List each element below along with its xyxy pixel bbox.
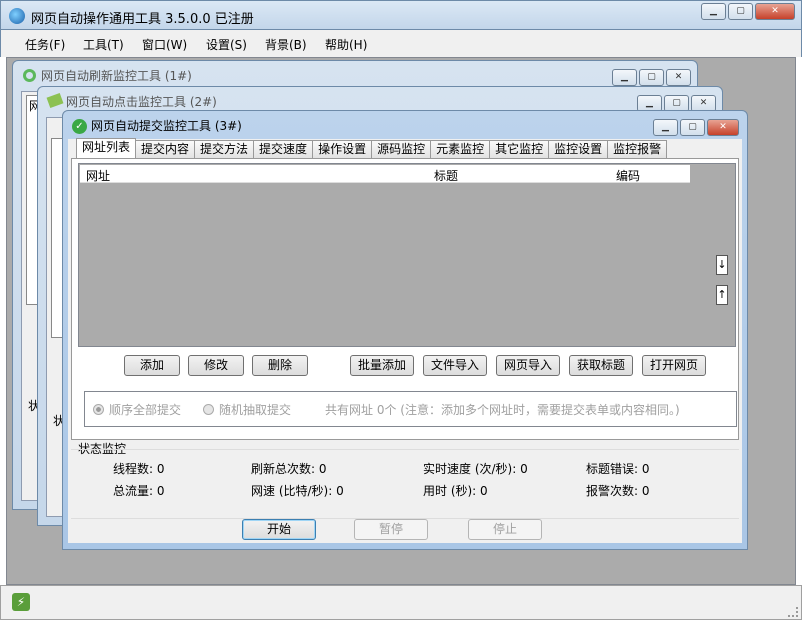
- maximize-button[interactable]: ▢: [728, 3, 753, 20]
- url-list[interactable]: 网址 标题 编码: [78, 163, 736, 347]
- url-count-note: 共有网址 0个 (注意：添加多个网址时，需要提交表单或内容相同。): [325, 403, 680, 417]
- stat-threads: 线程数: 0: [113, 462, 165, 476]
- tab-submit-content[interactable]: 提交内容: [135, 140, 196, 158]
- tag-icon: [46, 92, 64, 109]
- delete-button[interactable]: 删除: [252, 355, 308, 376]
- get-title-button[interactable]: 获取标题: [569, 355, 633, 376]
- tab-monitor-alarm[interactable]: 监控报警: [607, 140, 668, 158]
- radio-sequential[interactable]: 顺序全部提交: [93, 401, 181, 418]
- tab-operation-settings[interactable]: 操作设置: [312, 140, 373, 158]
- window-submit-monitor[interactable]: ✓ 网页自动提交监控工具 (3#) ▁ ▢ ✕ 网址列表 提交内容 提交方法 提交速…: [62, 110, 748, 550]
- tab-monitor-settings[interactable]: 监控设置: [548, 140, 609, 158]
- column-url[interactable]: 网址: [86, 167, 110, 184]
- tab-bar: 网址列表 提交内容 提交方法 提交速度 操作设置 源码监控 元素监控 其它监控 …: [76, 138, 668, 159]
- status-monitor-panel: 线程数: 0 刷新总次数: 0 实时速度 (次/秒): 0 标题错误: 0 总流…: [71, 449, 739, 519]
- child-close-button[interactable]: ✕: [707, 119, 739, 136]
- menu-task[interactable]: 任务(F): [25, 36, 65, 53]
- add-button[interactable]: 添加: [124, 355, 180, 376]
- menu-bar: 任务(F) 工具(T) 窗口(W) 设置(S) 背景(B) 帮助(H): [0, 30, 802, 57]
- batch-add-button[interactable]: 批量添加: [350, 355, 414, 376]
- tab-source-monitor[interactable]: 源码监控: [371, 140, 432, 158]
- file-import-button[interactable]: 文件导入: [423, 355, 487, 376]
- submit-mode-group: 顺序全部提交 随机抽取提交 共有网址 0个 (注意：添加多个网址时，需要提交表单…: [84, 391, 737, 427]
- menu-window[interactable]: 窗口(W): [142, 36, 187, 53]
- refresh-icon: [23, 69, 36, 82]
- stat-traffic: 总流量: 0: [113, 484, 165, 498]
- pause-button[interactable]: 暂停: [354, 519, 428, 540]
- window-title: 网页自动点击监控工具 (2#): [66, 95, 217, 109]
- app-title: 网页自动操作通用工具 3.5.0.0 已注册: [31, 12, 254, 27]
- tab-element-monitor[interactable]: 元素监控: [430, 140, 491, 158]
- resize-grip[interactable]: [788, 607, 798, 617]
- window-title: 网页自动提交监控工具 (3#): [91, 119, 242, 133]
- main-title-bar: 网页自动操作通用工具 3.5.0.0 已注册 ▁ ▢ ✕: [0, 0, 802, 30]
- status-bar: ⚡: [0, 585, 802, 620]
- start-button[interactable]: 开始: [242, 519, 316, 540]
- app-logo-icon: [9, 8, 25, 24]
- list-header: 网址 标题 编码: [80, 165, 690, 183]
- web-import-button[interactable]: 网页导入: [496, 355, 560, 376]
- tab-submit-speed[interactable]: 提交速度: [253, 140, 314, 158]
- menu-tools[interactable]: 工具(T): [83, 36, 124, 53]
- menu-background[interactable]: 背景(B): [265, 36, 307, 53]
- child-minimize-button[interactable]: ▁: [653, 119, 678, 136]
- stop-button[interactable]: 停止: [468, 519, 542, 540]
- column-encoding[interactable]: 编码: [616, 167, 640, 184]
- tab-submit-method[interactable]: 提交方法: [194, 140, 255, 158]
- radio-random[interactable]: 随机抽取提交: [203, 401, 291, 418]
- child-maximize-button[interactable]: ▢: [680, 119, 705, 136]
- tab-url-list[interactable]: 网址列表: [76, 138, 137, 159]
- stat-refresh-total: 刷新总次数: 0: [251, 462, 327, 476]
- stat-net-speed: 网速 (比特/秒): 0: [251, 484, 344, 498]
- close-button[interactable]: ✕: [755, 3, 795, 20]
- window-title: 网页自动刷新监控工具 (1#): [41, 69, 192, 83]
- menu-help[interactable]: 帮助(H): [325, 36, 367, 53]
- minimize-button[interactable]: ▁: [701, 3, 726, 20]
- move-down-button[interactable]: ↓: [716, 255, 728, 275]
- plug-icon: ⚡: [12, 593, 30, 611]
- check-icon: ✓: [72, 119, 87, 134]
- stat-alarms: 报警次数: 0: [586, 484, 650, 498]
- move-up-button[interactable]: ↑: [716, 285, 728, 305]
- stat-title-errors: 标题错误: 0: [586, 462, 650, 476]
- stat-speed: 实时速度 (次/秒): 0: [423, 462, 528, 476]
- open-page-button[interactable]: 打开网页: [642, 355, 706, 376]
- stat-elapsed: 用时 (秒): 0: [423, 484, 488, 498]
- edit-button[interactable]: 修改: [188, 355, 244, 376]
- column-title[interactable]: 标题: [434, 167, 458, 184]
- menu-settings[interactable]: 设置(S): [206, 36, 247, 53]
- tab-panel: 网址 标题 编码 ↓ ↑ 添加 修改 删除 批量添加 文件导入 网页导入 获取标…: [71, 158, 739, 440]
- tab-other-monitor[interactable]: 其它监控: [489, 140, 550, 158]
